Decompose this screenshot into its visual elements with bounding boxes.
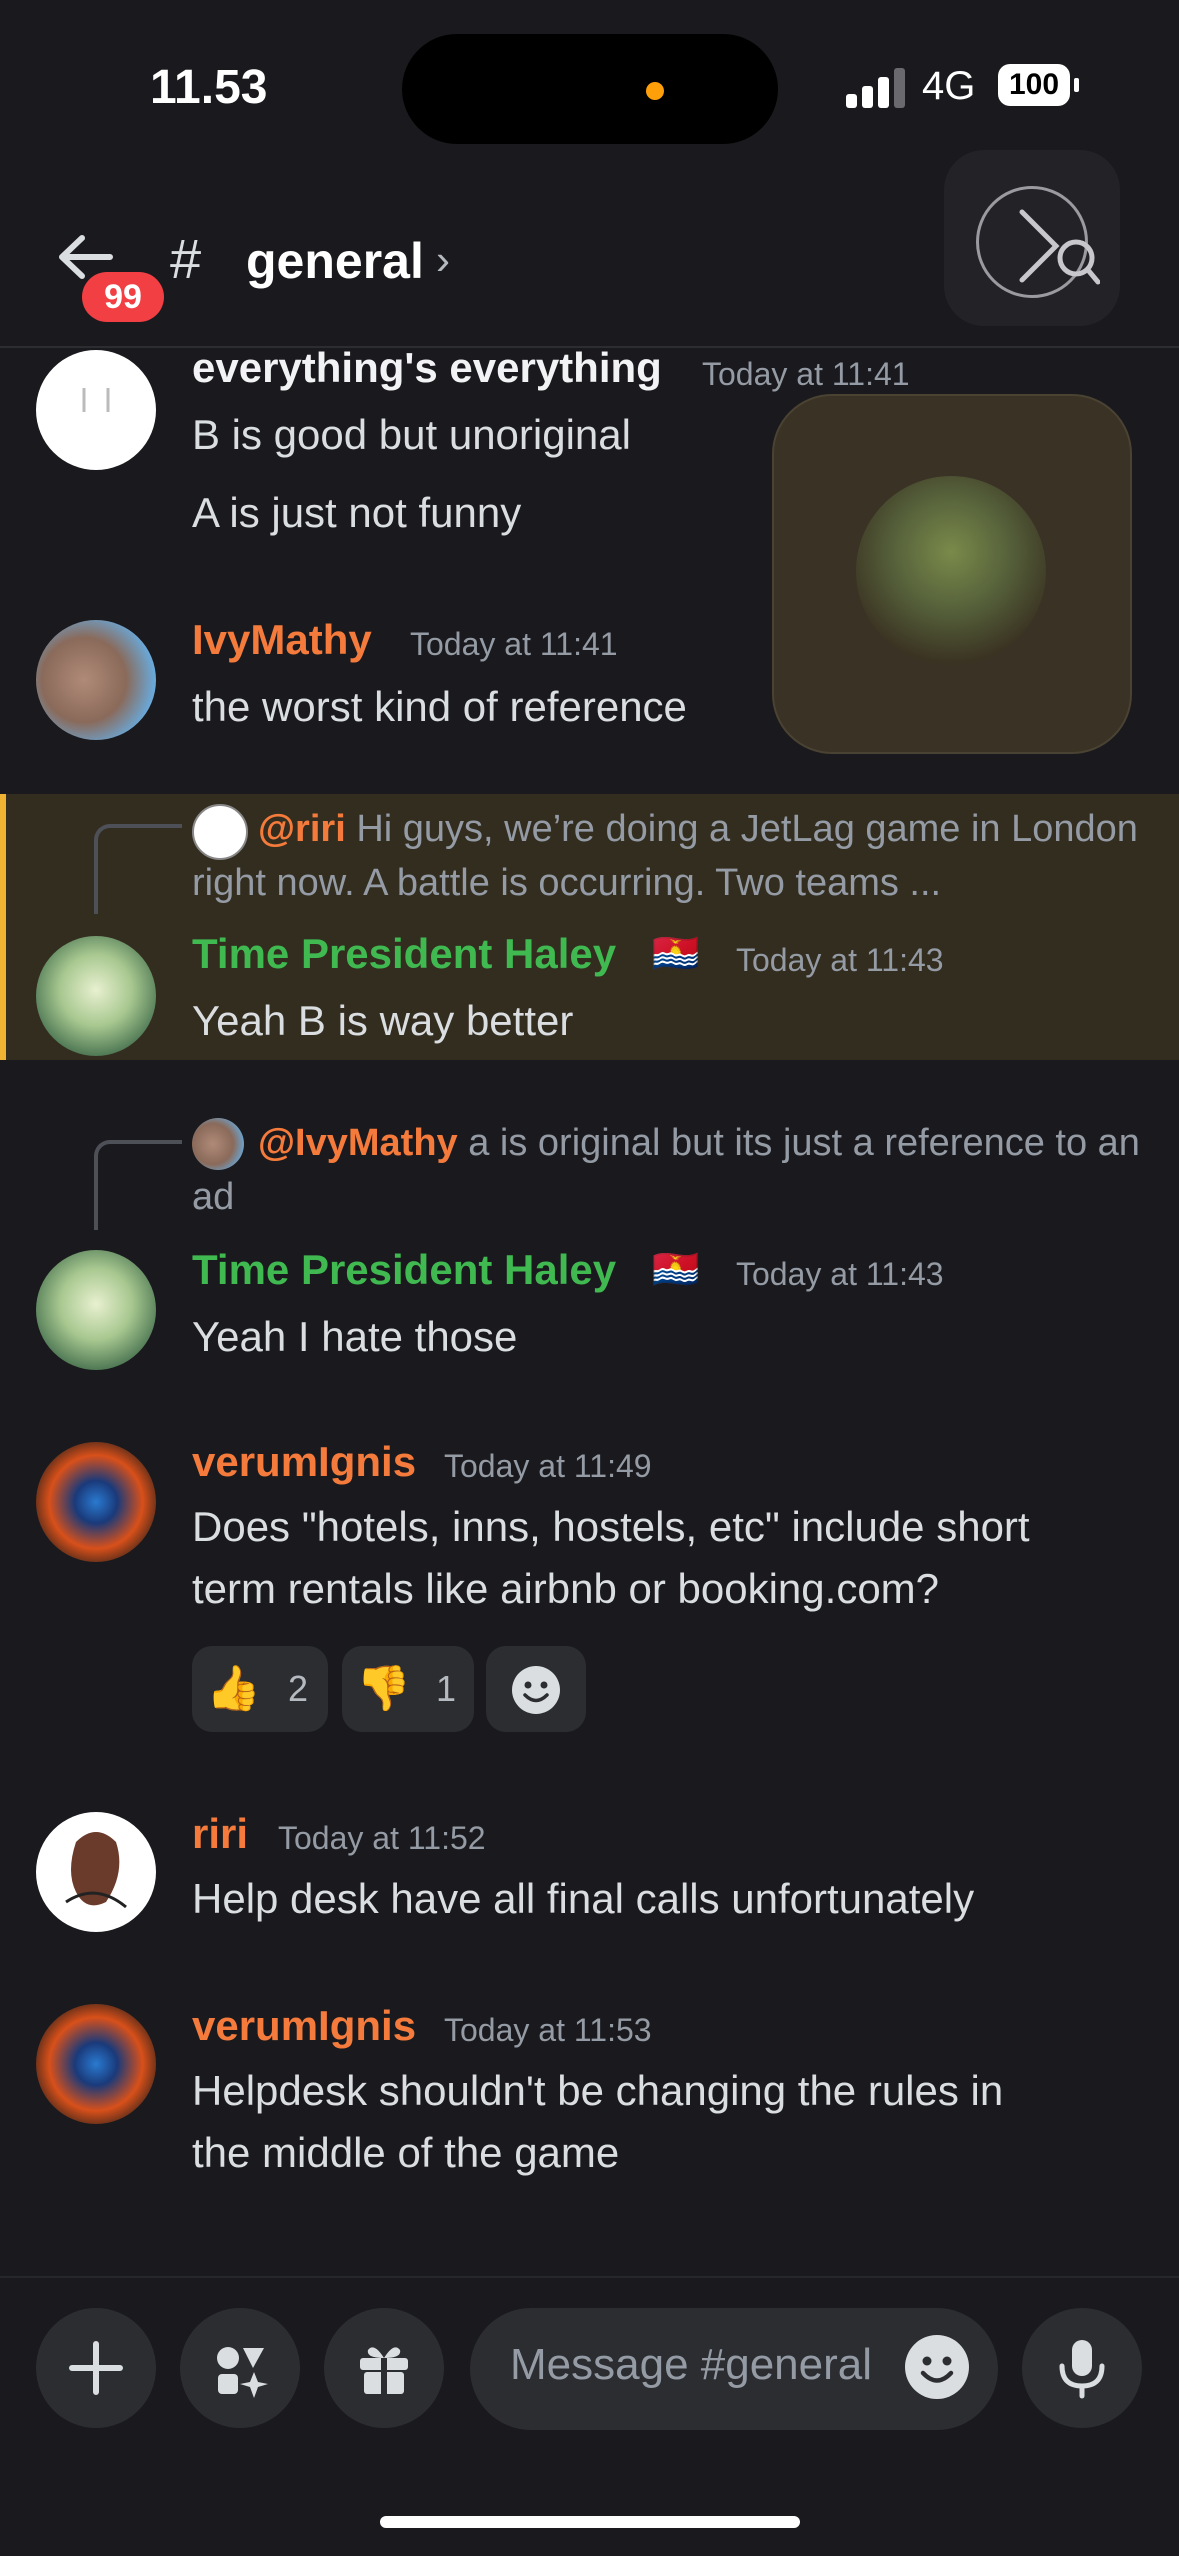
message-timestamp: Today at 11:41 <box>702 356 910 392</box>
avatar[interactable] <box>36 1250 156 1370</box>
reaction-thumbs-down[interactable]: 👎 1 <box>342 1646 474 1732</box>
add-reaction-button[interactable] <box>486 1646 586 1732</box>
reply-preview[interactable]: @riri Hi guys, we’re doing a JetLag game… <box>192 802 1152 910</box>
avatar-face-icon <box>82 388 110 412</box>
emoji-picker-icon[interactable] <box>904 2334 970 2400</box>
message-author[interactable]: IvyMathy <box>192 616 372 664</box>
thumbs-up-icon: 👍 <box>206 1664 261 1713</box>
message-text: Does "hotels, inns, hostels, etc" includ… <box>192 1503 1030 1550</box>
message-text: the middle of the game <box>192 2129 620 2176</box>
message-text: Helpdesk shouldn't be changing the rules… <box>192 2067 1004 2114</box>
add-attachment-button[interactable] <box>36 2308 156 2428</box>
home-indicator[interactable] <box>380 2516 800 2528</box>
avatar[interactable] <box>36 2004 156 2124</box>
avatar-drawing-icon <box>65 1832 127 1909</box>
message-timestamp: Today at 11:43 <box>736 1256 944 1292</box>
gift-icon <box>360 2347 408 2394</box>
avatar[interactable] <box>36 620 156 740</box>
reaction-count: 2 <box>288 1668 309 1709</box>
message-author[interactable]: Time President Haley <box>192 930 616 978</box>
gift-button[interactable] <box>324 2308 444 2428</box>
unread-badge: 99 <box>82 272 164 322</box>
flag-badge: 🇰🇮 <box>652 933 700 975</box>
plus-icon <box>69 2341 123 2395</box>
message-text: the worst kind of reference <box>192 683 687 730</box>
privacy-indicator-icon <box>646 82 664 100</box>
status-time: 11.53 <box>150 61 268 114</box>
message-author[interactable]: Time President Haley <box>192 1246 616 1294</box>
reply-author[interactable]: @IvyMathy <box>258 1122 458 1164</box>
thumbs-down-icon: 👎 <box>356 1664 411 1713</box>
search-icon[interactable] <box>1010 206 1100 286</box>
channel-name[interactable]: general <box>246 232 424 290</box>
message-author[interactable]: verumIgnis <box>192 1438 416 1486</box>
message-text: Yeah I hate those <box>192 1313 518 1360</box>
apps-icon <box>217 2347 268 2398</box>
battery-icon: 100 <box>998 64 1070 106</box>
message-author[interactable]: verumIgnis <box>192 2002 416 2050</box>
avatar[interactable] <box>36 936 156 1056</box>
reaction-thumbs-up[interactable]: 👍 2 <box>192 1646 328 1732</box>
message-text: A is just not funny <box>192 489 522 536</box>
dynamic-island <box>402 34 778 144</box>
chevron-right-icon[interactable]: › <box>436 236 450 284</box>
message-timestamp: Today at 11:53 <box>444 2012 652 2048</box>
message-author[interactable]: riri <box>192 1810 248 1858</box>
message-timestamp: Today at 11:49 <box>444 1448 652 1484</box>
avatar[interactable] <box>36 350 156 470</box>
highlight-bar <box>0 794 6 1060</box>
message-text: term rentals like airbnb or booking.com? <box>192 1565 940 1612</box>
avatar[interactable] <box>36 1812 156 1932</box>
flag-badge: 🇰🇮 <box>652 1249 700 1291</box>
message-text: Help desk have all final calls unfortuna… <box>192 1875 975 1922</box>
smiley-icon <box>512 1666 560 1714</box>
reply-author[interactable]: @riri <box>258 808 346 850</box>
message-input-placeholder[interactable]: Message #general <box>510 2340 872 2390</box>
battery-cap <box>1074 78 1079 92</box>
message-timestamp: Today at 11:41 <box>410 626 618 662</box>
avatar[interactable] <box>36 1442 156 1562</box>
voice-message-button[interactable] <box>1022 2308 1142 2428</box>
message-author[interactable]: everything's everything <box>192 344 662 392</box>
channel-hash-icon: # <box>170 227 202 290</box>
message-timestamp: Today at 11:52 <box>278 1820 486 1856</box>
message-timestamp: Today at 11:43 <box>736 942 944 978</box>
reply-connector <box>94 824 182 914</box>
message-text: B is good but unoriginal <box>192 411 631 458</box>
pip-video-thumbnail <box>856 476 1046 666</box>
reply-preview[interactable]: @IvyMathy a is original but its just a r… <box>192 1116 1152 1224</box>
signal-icon <box>846 66 906 108</box>
microphone-icon <box>1059 2340 1105 2399</box>
apps-button[interactable] <box>180 2308 300 2428</box>
message-text: Yeah B is way better <box>192 997 574 1044</box>
composer-divider <box>0 2276 1179 2278</box>
reaction-count: 1 <box>436 1668 457 1709</box>
reply-connector <box>94 1140 182 1230</box>
network-type: 4G <box>922 64 976 108</box>
